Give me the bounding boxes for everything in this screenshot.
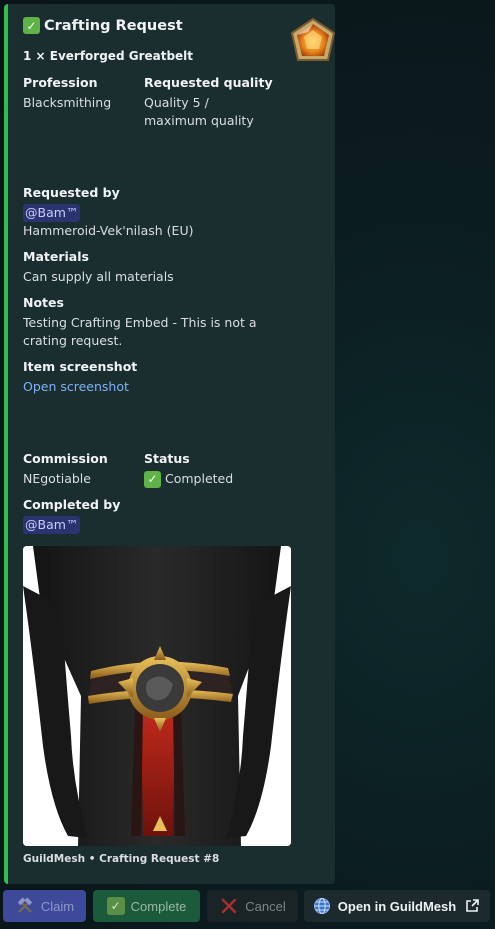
x-icon [219,896,239,916]
field-value: NEgotiable [23,471,91,486]
check-box-icon: ✓ [106,897,125,915]
gem-icon [290,17,335,61]
field-value-line2: crating request. [23,333,123,348]
user-mention[interactable]: @Bam™ [23,204,81,222]
field-notes: Notes Testing Crafting Embed - This is n… [23,294,257,350]
item-screenshot-image[interactable] [23,546,291,846]
field-value: Can supply all materials [23,269,174,284]
field-item-screenshot: Item screenshot Open screenshot [23,358,137,396]
status-value: ✓ Completed [144,470,233,488]
field-completed-by: Completed by @Bam™ [23,496,120,534]
open-in-guildmesh-button[interactable]: Open in GuildMesh [304,890,490,922]
user-mention[interactable]: @Bam™ [23,516,81,534]
field-materials: Materials Can supply all materials [23,248,174,286]
field-value-line1: Quality 5 / [144,95,209,110]
field-value: Blacksmithing [23,95,112,110]
embed-title: ✓ Crafting Request [23,17,183,34]
open-button-label: Open in GuildMesh [337,898,457,914]
field-name: Item screenshot [23,359,138,374]
field-name: Materials [23,249,89,264]
status-text: Completed [165,471,234,486]
globe-icon [312,896,332,916]
field-name: Requested quality [144,75,273,90]
field-requested-quality: Requested quality Quality 5 / maximum qu… [144,74,273,130]
embed-footer: GuildMesh • Crafting Request #8 [23,853,220,865]
embed-subtitle: 1 × Everforged Greatbelt [23,49,194,63]
field-name: Status [144,451,190,466]
crossed-hammers-icon [15,896,35,916]
field-name: Requested by [23,185,120,200]
field-name: Profession [23,75,98,90]
field-status: Status ✓ Completed [144,450,233,488]
field-profession: Profession Blacksmithing [23,74,111,112]
field-name: Commission [23,451,108,466]
claim-button[interactable]: Claim [3,890,86,922]
check-box-icon: ✓ [144,470,161,488]
field-value-line1: Testing Crafting Embed - This is not a [23,315,257,330]
field-name: Notes [23,295,64,310]
complete-button-label: Complete [130,898,187,914]
cancel-button-label: Cancel [245,898,286,914]
field-value-line2: maximum quality [144,113,254,128]
embed-title-text: Crafting Request [44,17,183,34]
open-screenshot-link[interactable]: Open screenshot [23,378,137,396]
crafting-request-embed: ✓ Crafting Request 1 × Everforged Greatb… [4,4,335,884]
external-link-icon [462,896,482,916]
check-box-icon: ✓ [23,17,40,34]
complete-button[interactable]: ✓ Complete [93,890,200,922]
character-name: Hammeroid-Vek'nilash (EU) [23,223,194,238]
field-commission: Commission NEgotiable [23,450,108,488]
cancel-button[interactable]: Cancel [207,890,298,922]
field-requested-by: Requested by @Bam™ Hammeroid-Vek'nilash … [23,184,193,240]
field-name: Completed by [23,497,121,512]
claim-button-label: Claim [40,898,75,914]
